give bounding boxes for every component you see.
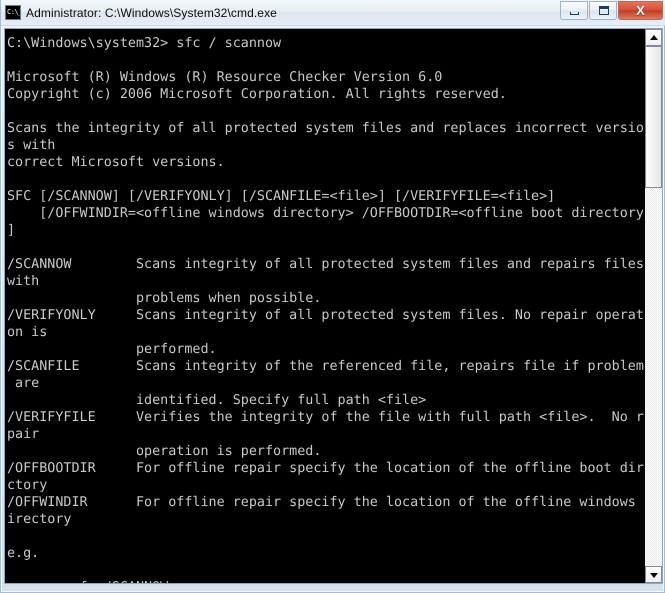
- caption-buttons: X: [560, 0, 665, 25]
- triangle-up-icon: [649, 34, 658, 40]
- scroll-down-arrow-icon[interactable]: [645, 566, 662, 583]
- maximize-button[interactable]: [589, 1, 617, 20]
- console-client-area[interactable]: C:\Windows\system32> sfc / scannow Micro…: [4, 28, 663, 584]
- scrollbar-track[interactable]: [645, 46, 662, 566]
- title-bar[interactable]: Administrator: C:\Windows\System32\cmd.e…: [1, 0, 665, 26]
- vertical-scrollbar[interactable]: [644, 29, 662, 583]
- triangle-down-icon: [649, 572, 658, 578]
- command-prompt-window: Administrator: C:\Windows\System32\cmd.e…: [0, 0, 665, 593]
- close-button[interactable]: X: [618, 1, 663, 20]
- scroll-up-arrow-icon[interactable]: [645, 29, 662, 46]
- console-output-text[interactable]: C:\Windows\system32> sfc / scannow Micro…: [5, 29, 644, 583]
- close-icon: X: [636, 3, 645, 18]
- minimize-button[interactable]: [560, 1, 588, 20]
- scrollbar-thumb[interactable]: [645, 46, 662, 188]
- cmd-console-icon[interactable]: [5, 5, 21, 20]
- title-bar-left: Administrator: C:\Windows\System32\cmd.e…: [1, 5, 560, 20]
- window-title: Administrator: C:\Windows\System32\cmd.e…: [26, 5, 277, 20]
